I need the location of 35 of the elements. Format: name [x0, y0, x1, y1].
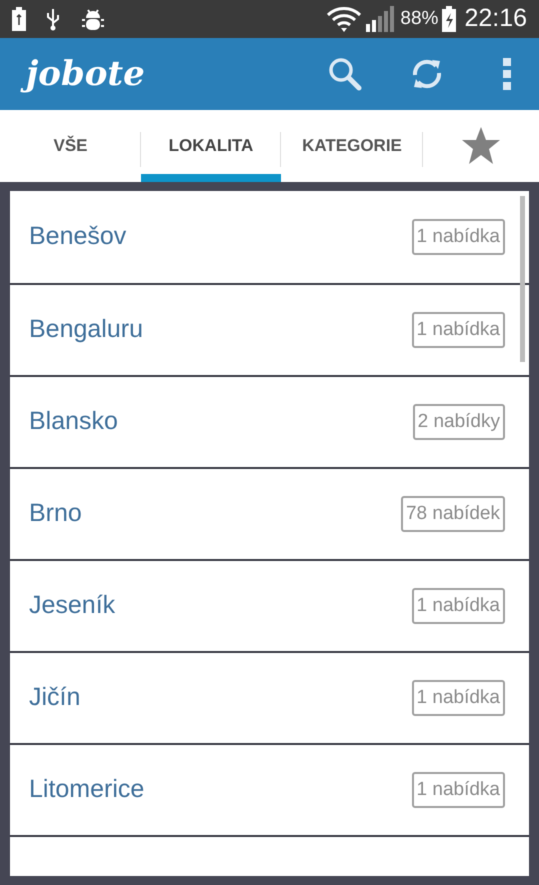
location-name: Benešov [29, 221, 128, 252]
location-row[interactable]: Jeseník 1 nabídka [10, 559, 529, 651]
battery-icon [12, 7, 26, 31]
star-icon [461, 127, 501, 165]
location-name: Jeseník [29, 590, 116, 622]
tab[interactable]: LOKALITA [141, 110, 281, 182]
more-icon [503, 58, 511, 90]
location-row[interactable]: Jičín 1 nabídka [10, 651, 529, 743]
offer-count-badge: 2 nabídky [412, 404, 505, 440]
clock: 22:16 [464, 3, 527, 34]
location-name: Litomerice [29, 774, 146, 806]
usb-icon [46, 7, 60, 31]
app-logo: jobote [20, 50, 151, 98]
offer-count-badge: 1 nabídka [412, 680, 505, 716]
search-icon [328, 57, 362, 91]
battery-percent: 88% [400, 6, 438, 31]
tab[interactable]: VŠE [0, 110, 141, 182]
charging-battery-icon [442, 6, 456, 32]
signal-icon [366, 6, 396, 32]
wifi-icon [326, 6, 362, 32]
location-name: Jičín [29, 682, 82, 714]
refresh-icon [410, 57, 444, 91]
location-row[interactable]: Brno 78 nabídek [10, 467, 529, 559]
offer-count-badge: 1 nabídka [412, 312, 505, 348]
tab[interactable]: KATEGORIE [281, 110, 423, 182]
offer-count-badge: 1 nabídka [412, 588, 505, 624]
offer-count-badge: 1 nabídka [412, 219, 505, 255]
location-row[interactable]: Benešov 1 nabídka [10, 191, 529, 283]
location-name: Bengaluru [29, 314, 144, 346]
location-name: Brno [29, 498, 83, 530]
location-row[interactable]: Blansko 2 nabídky [10, 375, 529, 467]
offer-count-badge: 1 nabídka [412, 772, 505, 808]
location-row[interactable]: Litomerice 1 nabídka [10, 743, 529, 835]
location-name: Blansko [29, 406, 119, 438]
offer-count-badge: 78 nabídek [400, 496, 505, 532]
